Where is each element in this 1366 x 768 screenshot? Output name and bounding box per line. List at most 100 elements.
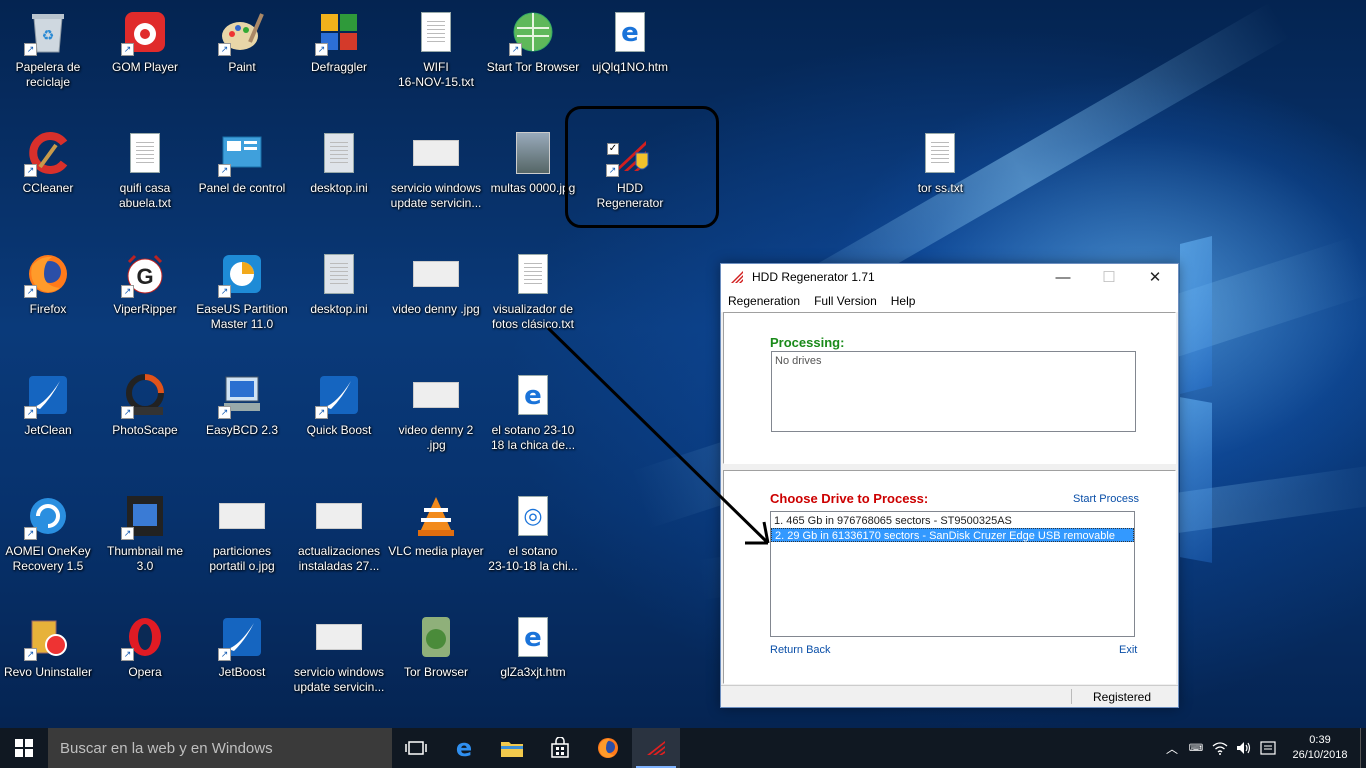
- desktop-icon[interactable]: ↗ Opera: [97, 607, 193, 717]
- desktop-icon[interactable]: Tor Browser: [388, 607, 484, 717]
- desktop-icon-label: JetBoost: [218, 665, 266, 679]
- text-file-icon: [509, 250, 557, 298]
- desktop-icon[interactable]: ↗ Paint: [194, 2, 290, 112]
- desktop-icon-label: PhotoScape: [112, 423, 178, 437]
- desktop-icon-label: servicio windows update servicin...: [293, 665, 385, 694]
- drive-row-selected[interactable]: 2. 29 Gb in 61336170 sectors - SanDisk C…: [771, 528, 1134, 542]
- desktop-icon[interactable]: ↗ Thumbnail me 3.0: [97, 486, 193, 596]
- desktop-icon-label: Quick Boost: [306, 423, 372, 437]
- desktop-icon[interactable]: ↗ JetClean: [0, 365, 96, 475]
- desktop-icon[interactable]: WIFI 16-NOV-15.txt: [388, 2, 484, 112]
- shortcut-arrow-icon: ↗: [315, 43, 328, 56]
- desktop-icon-label: JetClean: [24, 423, 72, 437]
- show-desktop-button[interactable]: [1360, 728, 1366, 768]
- task-view-icon: [405, 741, 427, 755]
- menu-help[interactable]: Help: [884, 294, 923, 308]
- desktop-icon-label: VLC media player: [388, 544, 484, 558]
- desktop-icon[interactable]: e el sotano 23-10 18 la chica de...: [485, 365, 581, 475]
- desktop-icon[interactable]: ♻ ↗ Papelera de reciclaje: [0, 2, 96, 112]
- revo-uninstaller-icon: ↗: [24, 613, 72, 661]
- opera-icon: ↗: [121, 613, 169, 661]
- clock-date: 26/10/2018: [1292, 749, 1348, 761]
- file-explorer-button[interactable]: [488, 728, 536, 768]
- task-view-button[interactable]: [392, 728, 440, 768]
- desktop-icon[interactable]: ◎ el sotano 23-10-18 la chi...: [485, 486, 581, 596]
- tor-globe-icon: ↗: [509, 8, 557, 56]
- desktop-icon[interactable]: servicio windows update servicin...: [388, 123, 484, 233]
- desktop-icon[interactable]: VLC media player: [388, 486, 484, 596]
- desktop-icon[interactable]: e ujQlq1NO.htm: [582, 2, 678, 112]
- desktop-icon[interactable]: ↗ EasyBCD 2.3: [194, 365, 290, 475]
- drive-list[interactable]: 1. 465 Gb in 976768065 sectors - ST95003…: [770, 511, 1135, 637]
- window-titlebar[interactable]: HDD Regenerator 1.71 — ☐ ✕: [721, 264, 1178, 290]
- desktop-icon[interactable]: desktop.ini: [291, 244, 387, 354]
- desktop-icon-label: Opera: [128, 665, 162, 679]
- desktop-icon[interactable]: video denny .jpg: [388, 244, 484, 354]
- desktop-icon[interactable]: G ↗ ViperRipper: [97, 244, 193, 354]
- desktop-icon-label: WIFI 16-NOV-15.txt: [397, 60, 475, 89]
- settings-file-icon: [315, 129, 363, 177]
- desktop-icon[interactable]: actualizaciones instaladas 27...: [291, 486, 387, 596]
- hdd-regenerator-icon: [731, 271, 743, 283]
- input-method-icon[interactable]: ⌨: [1184, 743, 1208, 754]
- desktop-icon[interactable]: particiones portatil o.jpg: [194, 486, 290, 596]
- hdd-regenerator-taskbar-button[interactable]: [632, 728, 680, 768]
- start-process-link[interactable]: Start Process: [1073, 493, 1139, 505]
- desktop-icon[interactable]: tor ss.txt: [892, 123, 988, 233]
- desktop-icon[interactable]: ↗ Start Tor Browser: [485, 2, 581, 112]
- desktop-icon[interactable]: ↗ Revo Uninstaller: [0, 607, 96, 717]
- desktop-icon[interactable]: ↗ AOMEI OneKey Recovery 1.5: [0, 486, 96, 596]
- shortcut-arrow-icon: ↗: [218, 648, 231, 661]
- ie-html-icon: e: [509, 371, 557, 419]
- firefox-button[interactable]: [584, 728, 632, 768]
- desktop-icon[interactable]: servicio windows update servicin...: [291, 607, 387, 717]
- network-wifi-icon[interactable]: [1208, 741, 1232, 755]
- search-box[interactable]: Buscar en la web y en Windows: [48, 728, 392, 768]
- desktop-icon[interactable]: visualizador de fotos clásico.txt: [485, 244, 581, 354]
- action-center-icon[interactable]: [1256, 741, 1280, 755]
- desktop-icon-label: ujQlq1NO.htm: [591, 60, 669, 74]
- ie-html-icon: e: [606, 8, 654, 56]
- shortcut-arrow-icon: ↗: [509, 43, 522, 56]
- desktop-icon[interactable]: ↗ Panel de control: [194, 123, 290, 233]
- desktop-icon[interactable]: desktop.ini: [291, 123, 387, 233]
- chevron-up-icon[interactable]: ︿: [1160, 740, 1184, 757]
- desktop-icon[interactable]: ↗ CCleaner: [0, 123, 96, 233]
- processing-list[interactable]: No drives: [771, 351, 1136, 432]
- desktop-icon-label: Revo Uninstaller: [3, 665, 93, 679]
- hdd-regenerator-window[interactable]: HDD Regenerator 1.71 — ☐ ✕ Regeneration …: [720, 263, 1179, 708]
- menu-regeneration[interactable]: Regeneration: [721, 294, 807, 308]
- desktop-icon-label: Paint: [228, 60, 256, 74]
- close-button[interactable]: ✕: [1132, 264, 1178, 290]
- edge-button[interactable]: e: [440, 728, 488, 768]
- desktop-icon-label: ViperRipper: [113, 302, 177, 316]
- desktop-icon[interactable]: ↗ EaseUS Partition Master 11.0: [194, 244, 290, 354]
- desktop-icon-label: Firefox: [29, 302, 67, 316]
- image-thumb-icon: [218, 492, 266, 540]
- windows-logo-pane: [1180, 236, 1212, 394]
- shortcut-arrow-icon: ↗: [24, 43, 37, 56]
- desktop-icon[interactable]: ↗ Quick Boost: [291, 365, 387, 475]
- desktop-icon[interactable]: quifi casa abuela.txt: [97, 123, 193, 233]
- maximize-button[interactable]: ☐: [1086, 264, 1132, 290]
- desktop-icon-label: video denny .jpg: [392, 302, 480, 316]
- menu-full-version[interactable]: Full Version: [807, 294, 884, 308]
- desktop-icon[interactable]: ↗ JetBoost: [194, 607, 290, 717]
- drive-row[interactable]: 1. 465 Gb in 976768065 sectors - ST95003…: [771, 514, 1134, 528]
- desktop-icon-label: EaseUS Partition Master 11.0: [196, 302, 288, 331]
- ie-html-icon: e: [509, 613, 557, 661]
- desktop-icon[interactable]: ↗ PhotoScape: [97, 365, 193, 475]
- desktop-icon-label: Panel de control: [198, 181, 286, 195]
- desktop-icon[interactable]: ↗ Firefox: [0, 244, 96, 354]
- volume-icon[interactable]: [1232, 741, 1256, 755]
- desktop-icon[interactable]: video denny 2 .jpg: [388, 365, 484, 475]
- minimize-button[interactable]: —: [1040, 264, 1086, 290]
- store-button[interactable]: [536, 728, 584, 768]
- exit-link[interactable]: Exit: [1119, 644, 1137, 656]
- desktop-icon[interactable]: ↗ Defraggler: [291, 2, 387, 112]
- clock[interactable]: 0:39 26/10/2018: [1280, 733, 1360, 763]
- desktop-icon[interactable]: e glZa3xjt.htm: [485, 607, 581, 717]
- return-back-link[interactable]: Return Back: [770, 644, 831, 656]
- desktop-icon[interactable]: ↗ GOM Player: [97, 2, 193, 112]
- start-button[interactable]: [0, 728, 48, 768]
